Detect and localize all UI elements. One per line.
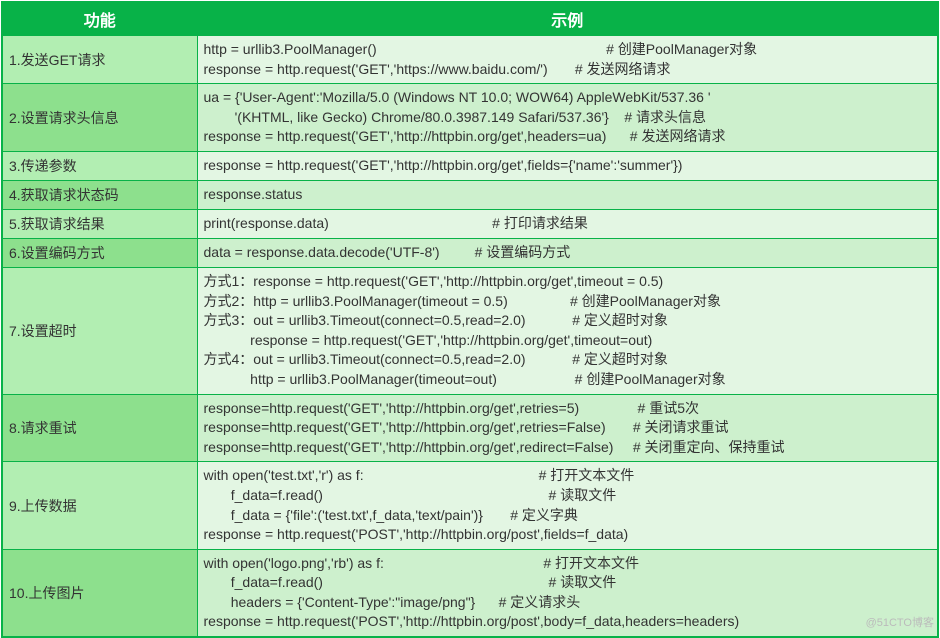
example-cell: print(response.data) # 打印请求结果	[197, 209, 938, 238]
header-example: 示例	[197, 2, 938, 36]
example-cell: with open('test.txt','r') as f: # 打开文本文件…	[197, 462, 938, 549]
example-cell: response=http.request('GET','http://http…	[197, 394, 938, 462]
table-header-row: 功能 示例	[2, 2, 938, 36]
function-cell: 1.发送GET请求	[2, 36, 197, 84]
function-cell: 8.请求重试	[2, 394, 197, 462]
example-cell: 方式1：response = http.request('GET','http:…	[197, 267, 938, 394]
table-row: 8.请求重试response=http.request('GET','http:…	[2, 394, 938, 462]
example-cell: http = urllib3.PoolManager() # 创建PoolMan…	[197, 36, 938, 84]
table-row: 1.发送GET请求http = urllib3.PoolManager() # …	[2, 36, 938, 84]
example-cell: with open('logo.png','rb') as f: # 打开文本文…	[197, 549, 938, 637]
function-cell: 4.获取请求状态码	[2, 180, 197, 209]
example-cell: ua = {'User-Agent':'Mozilla/5.0 (Windows…	[197, 84, 938, 152]
table-row: 9.上传数据with open('test.txt','r') as f: # …	[2, 462, 938, 549]
example-cell: response = http.request('GET','http://ht…	[197, 151, 938, 180]
example-cell: response.status	[197, 180, 938, 209]
function-cell: 6.设置编码方式	[2, 238, 197, 267]
function-cell: 9.上传数据	[2, 462, 197, 549]
table-row: 2.设置请求头信息ua = {'User-Agent':'Mozilla/5.0…	[2, 84, 938, 152]
function-cell: 3.传递参数	[2, 151, 197, 180]
watermark: @51CTO博客	[866, 614, 934, 630]
table-row: 10.上传图片with open('logo.png','rb') as f: …	[2, 549, 938, 637]
example-cell: data = response.data.decode('UTF-8') # 设…	[197, 238, 938, 267]
function-cell: 2.设置请求头信息	[2, 84, 197, 152]
function-cell: 5.获取请求结果	[2, 209, 197, 238]
table-row: 3.传递参数response = http.request('GET','htt…	[2, 151, 938, 180]
table-row: 4.获取请求状态码response.status	[2, 180, 938, 209]
function-cell: 10.上传图片	[2, 549, 197, 637]
table-row: 6.设置编码方式data = response.data.decode('UTF…	[2, 238, 938, 267]
reference-table: 功能 示例 1.发送GET请求http = urllib3.PoolManage…	[1, 1, 939, 638]
header-function: 功能	[2, 2, 197, 36]
table-row: 7.设置超时方式1：response = http.request('GET',…	[2, 267, 938, 394]
table-row: 5.获取请求结果print(response.data) # 打印请求结果	[2, 209, 938, 238]
table-body: 1.发送GET请求http = urllib3.PoolManager() # …	[2, 36, 938, 638]
function-cell: 7.设置超时	[2, 267, 197, 394]
